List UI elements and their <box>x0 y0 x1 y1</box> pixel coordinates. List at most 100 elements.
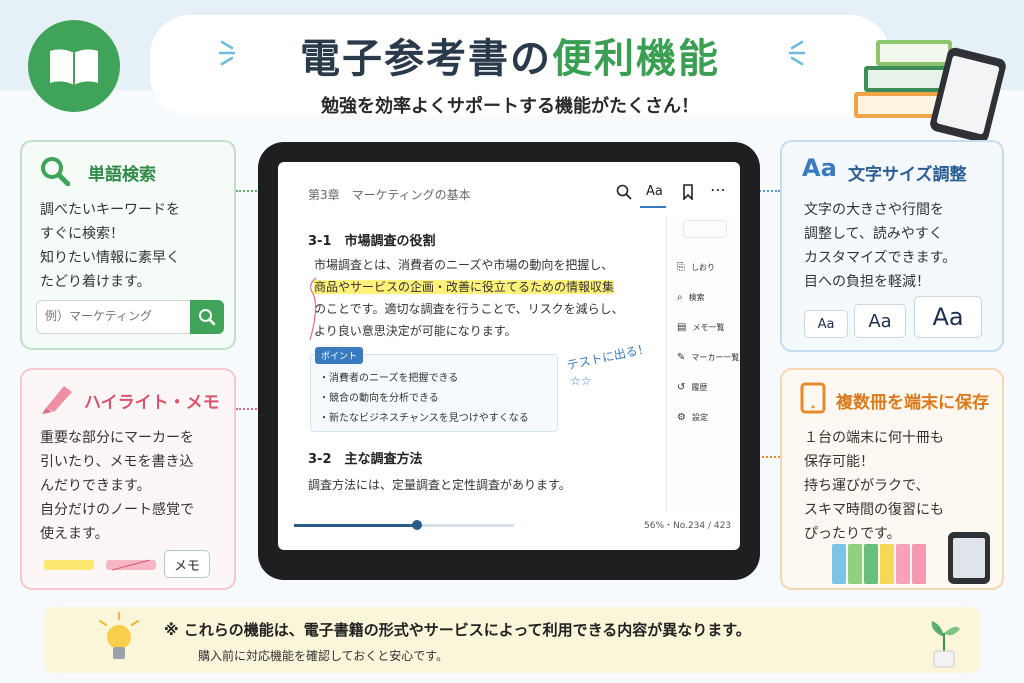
font-card-line: カスタマイズできます。 <box>804 250 957 266</box>
pen-icon: ✎ <box>677 352 686 363</box>
books-tablet-illustration-icon <box>854 40 1006 142</box>
search-card-line: 調べたいキーワードを <box>40 202 180 218</box>
footer-main-text: ※ これらの機能は、電子書籍の形式やサービスによって利用できる内容が異なります。 <box>164 621 751 639</box>
storage-feature-card: 複数冊を端末に保存 １台の端末に何十冊も 保存可能！ 持ち運びがラクで、 スキマ… <box>780 368 1004 590</box>
font-card-line: 文字の大きさや行間を <box>804 202 944 218</box>
highlight-card-title: ハイライト・メモ <box>84 393 220 413</box>
storage-card-line: スキマ時間の復習にも <box>804 502 944 518</box>
search-card-title: 単語検索 <box>88 165 156 185</box>
bookmark-icon: ⎘ <box>677 262 685 273</box>
point-box: ポイント ・消費者のニーズを把握できる ・競合の動向を分析できる ・新たなビジネ… <box>310 347 558 432</box>
reader-search-icon[interactable] <box>616 184 632 200</box>
gear-icon: ⚙ <box>677 412 686 423</box>
reader-more-icon[interactable]: ⋯ <box>710 180 726 199</box>
menu-item-bookmark[interactable]: ⎘ しおり <box>677 262 715 273</box>
marker-icon <box>42 386 72 414</box>
paragraph-line: 市場調査とは、消費者のニーズや市場の動向を把握し、 <box>314 258 614 272</box>
menu-item-label: しおり <box>691 263 715 272</box>
font-size-medium-option[interactable]: Aa <box>854 304 906 338</box>
search-input[interactable] <box>45 309 185 323</box>
reader-side-menu: ⎘ しおり ⌕ 検索 ▤ メモ一覧 ✎ マーカー一覧 ↺ 履歴 ⚙ 設定 <box>666 216 740 512</box>
section-paragraph-2: 調査方法には、定量調査と定性調査があります。 <box>308 478 571 492</box>
memo-button[interactable]: メモ <box>164 550 210 578</box>
star-doodle-icon: ☆☆ <box>570 374 592 388</box>
font-size-large-option[interactable]: Aa <box>914 296 982 338</box>
search-card-line: すぐに検索！ <box>40 226 124 242</box>
font-size-icon: Aa <box>802 154 837 182</box>
point-item: ・消費者のニーズを把握できる <box>319 373 459 384</box>
pen-annotation-icon <box>309 277 317 341</box>
reading-progress-bar[interactable] <box>294 520 514 530</box>
highlight-card-line: 使えます。 <box>40 526 109 542</box>
section-heading-2: 3-2 主な調査方法 <box>308 452 423 467</box>
memo-icon: ▤ <box>677 322 687 333</box>
plant-icon <box>931 621 960 668</box>
storage-card-line: １台の端末に何十冊も <box>804 430 944 446</box>
font-size-feature-card: Aa 文字サイズ調整 文字の大きさや行間を 調整して、読みやすく カスタマイズで… <box>780 140 1004 352</box>
section-paragraph-1: 市場調査とは、消費者のニーズや市場の動向を把握し、 商品やサービスの企画・改善に… <box>314 254 644 342</box>
reading-progress-text: 56%・No.234 / 423 <box>644 521 732 531</box>
search-feature-card: 単語検索 調べたいキーワードを すぐに検索！ 知りたい情報に素早く たどり着けま… <box>20 140 236 350</box>
footer-sub-text: 購入前に対応機能を確認しておくと安心です。 <box>198 649 449 663</box>
point-item: ・新たなビジネスチャンスを見つけやすくなる <box>319 413 529 424</box>
highlight-connector <box>236 408 260 410</box>
highlight-card-line: 重要な部分にマーカーを <box>40 430 194 446</box>
search-button[interactable] <box>190 300 224 334</box>
highlight-card-body: 重要な部分にマーカーを 引いたり、メモを書き込 んだりできます。 自分だけのノー… <box>40 426 194 546</box>
reading-progress-fill <box>294 524 418 527</box>
highlight-feature-card: ハイライト・メモ 重要な部分にマーカーを 引いたり、メモを書き込 んだりできます… <box>20 368 236 590</box>
footer-note: ※ これらの機能は、電子書籍の形式やサービスによって利用できる内容が異なります。… <box>44 607 980 673</box>
book-stack-tablet-icon <box>832 532 990 584</box>
menu-item-marker-list[interactable]: ✎ マーカー一覧 <box>677 352 739 363</box>
menu-item-label: 履歴 <box>691 383 708 392</box>
search-icon <box>199 309 216 326</box>
paragraph-line: より良い意思決定が可能になります。 <box>314 324 517 338</box>
storage-card-line: 保存可能！ <box>804 454 874 470</box>
reader-bookmark-icon[interactable] <box>682 184 694 200</box>
font-card-line: 目への負担を軽減！ <box>804 274 930 290</box>
storage-card-body: １台の端末に何十冊も 保存可能！ 持ち運びがラクで、 スキマ時間の復習にも ぴっ… <box>804 426 944 546</box>
font-card-line: 調整して、読みやすく <box>804 226 943 242</box>
reading-progress-handle[interactable] <box>412 520 423 530</box>
highlight-card-line: 自分だけのノート感覚で <box>40 502 194 518</box>
page-title: 電子参考書の便利機能 <box>300 36 720 82</box>
storage-card-title: 複数冊を端末に保存 <box>836 393 989 413</box>
title-accent-right-icon <box>788 40 806 66</box>
menu-item-memo-list[interactable]: ▤ メモ一覧 <box>677 322 724 333</box>
menu-item-history[interactable]: ↺ 履歴 <box>677 382 707 393</box>
search-icon: ⌕ <box>677 292 683 303</box>
magnifier-icon <box>41 157 70 186</box>
point-tag: ポイント <box>315 347 364 364</box>
paragraph-line: のことです。適切な調査を行うことで、リスクを減らし、 <box>314 302 624 316</box>
search-card-body: 調べたいキーワードを すぐに検索！ 知りたい情報に素早く たどり着けます。 <box>40 198 180 294</box>
reader-font-size-button[interactable]: Aa <box>646 184 663 199</box>
menu-item-label: 設定 <box>691 413 708 422</box>
font-card-body: 文字の大きさや行間を 調整して、読みやすく カスタマイズできます。 目への負担を… <box>804 198 956 294</box>
search-box <box>36 300 224 334</box>
active-tool-indicator <box>640 206 666 208</box>
tablet-icon <box>800 382 826 414</box>
chapter-title: 第3章 マーケティングの基本 <box>308 188 471 202</box>
menu-item-settings[interactable]: ⚙ 設定 <box>677 412 708 423</box>
font-card-title: 文字サイズ調整 <box>848 165 967 185</box>
highlighted-text[interactable]: 商品やサービスの企画・改善に役立てるための情報収集 <box>314 280 615 294</box>
font-size-small-option[interactable]: Aa <box>804 310 848 338</box>
menu-item-search[interactable]: ⌕ 検索 <box>677 292 705 303</box>
menu-item-label: 検索 <box>688 293 705 302</box>
side-menu-handle <box>683 220 727 238</box>
section-heading-1: 3-1 市場調査の役割 <box>308 234 436 249</box>
history-icon: ↺ <box>677 382 686 393</box>
search-card-line: 知りたい情報に素早く <box>40 250 180 266</box>
menu-item-label: メモ一覧 <box>692 323 725 332</box>
book-logo-icon <box>28 20 120 112</box>
lightbulb-icon <box>99 612 139 659</box>
highlight-card-line: んだりできます。 <box>40 478 151 494</box>
page-subtitle: 勉強を効率よくサポートする機能がたくさん！ <box>321 96 699 117</box>
highlight-card-line: 引いたり、メモを書き込 <box>40 454 194 470</box>
handwritten-note: テストに出る！ <box>565 341 651 373</box>
marker-strokes-icon <box>44 559 156 571</box>
point-item: ・競合の動向を分析できる <box>319 393 439 404</box>
storage-card-line: 持ち運びがラクで、 <box>804 478 930 494</box>
reader-screen: 第3章 マーケティングの基本 Aa ⋯ 3-1 市場調査の役割 市場調査とは、消… <box>278 162 740 550</box>
search-card-line: たどり着けます。 <box>40 274 151 290</box>
